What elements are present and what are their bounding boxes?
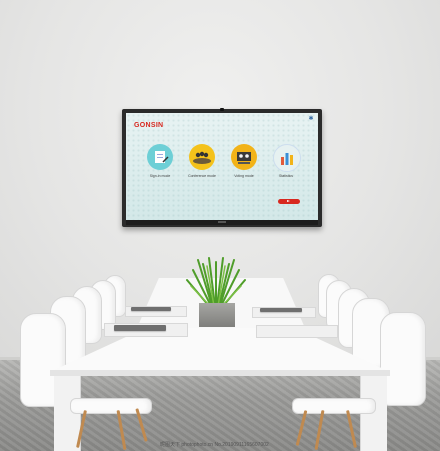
app-label: Conference mode: [188, 174, 216, 178]
notebook: [131, 307, 171, 311]
display-bezel: [126, 220, 318, 225]
document: [256, 325, 338, 338]
table-edge: [50, 370, 390, 376]
meeting-icon: [189, 144, 215, 170]
camera: [220, 108, 224, 111]
app-label: Sign-in mode: [149, 174, 171, 178]
chair-seat: [70, 398, 152, 414]
voting-icon: [231, 144, 257, 170]
brand-logo: GONSIN: [134, 122, 164, 129]
app-label: Statistics: [278, 174, 293, 178]
plant: [186, 257, 246, 306]
play-button[interactable]: [278, 199, 300, 204]
app-statistics[interactable]: Statistics: [266, 141, 304, 191]
notebook: [260, 308, 302, 312]
app-sign-in[interactable]: Sign-in mode: [140, 141, 178, 191]
app-conference[interactable]: Conference mode: [182, 141, 220, 191]
app-voting[interactable]: Voting mode: [224, 141, 262, 191]
app-grid: Sign-in mode Conference mode Voting mode…: [140, 141, 310, 191]
share-icon[interactable]: ✱: [308, 116, 314, 122]
sign-in-icon: [147, 144, 173, 170]
statistics-icon: [273, 144, 301, 172]
wall-display: GONSIN ✱ Sign-in mode Conference mode Vo…: [122, 108, 322, 227]
planter: [199, 303, 235, 327]
app-label: Voting mode: [234, 174, 254, 178]
display-screen: GONSIN ✱ Sign-in mode Conference mode Vo…: [126, 113, 318, 220]
notebook: [114, 325, 166, 331]
watermark: 昵图天下 photophoto.cn No.20190911165607002: [160, 442, 269, 448]
